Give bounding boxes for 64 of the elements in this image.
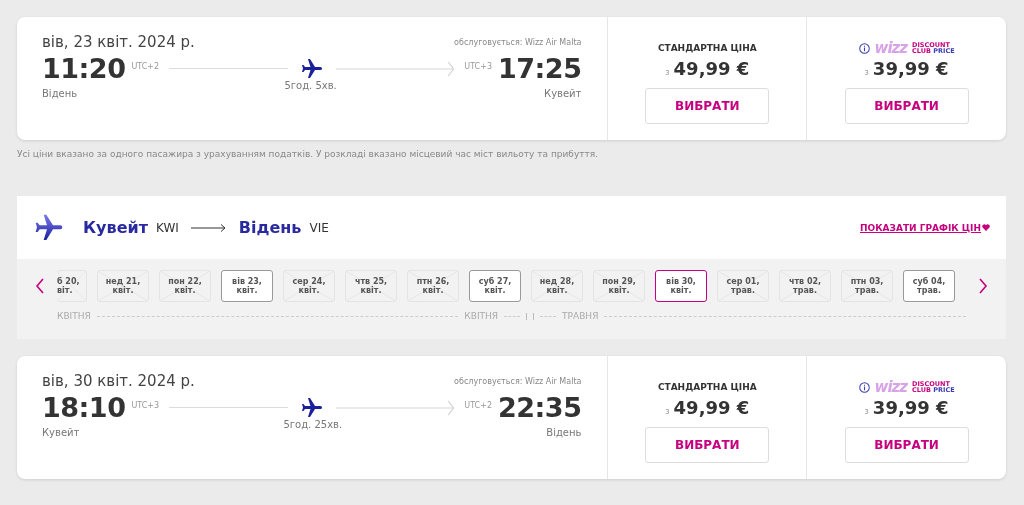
- month-label: ТРАВНЯ: [562, 311, 599, 321]
- arrival-city: Відень: [546, 427, 582, 438]
- from-label: з: [665, 407, 670, 416]
- heart-icon: [982, 224, 990, 231]
- fare-price: 49,99 €: [673, 397, 750, 418]
- destination-city: Відень: [238, 218, 302, 237]
- departure-city: Кувейт: [42, 427, 80, 438]
- date-tile[interactable]: суб 04, трав.: [903, 270, 955, 302]
- arrival-city: Кувейт: [544, 88, 582, 99]
- price-note: Усі ціни вказано за одного пасажира з урахуванням податків. У розкладі вказано місцевий час міст вильоту та прибуття.: [17, 149, 599, 161]
- flight-duration: 5год. 25хв.: [283, 419, 343, 432]
- departure-city: Відень: [42, 88, 78, 99]
- timezone-label: UTC+3: [131, 401, 160, 410]
- flight-duration: 5год. 5хв.: [284, 80, 337, 93]
- from-label: з: [665, 68, 670, 77]
- operator-text: обслуговується: Wizz Air Malta: [454, 376, 582, 386]
- airplane-icon: [299, 395, 324, 420]
- date-tile[interactable]: вів 30, квіт.: [655, 270, 707, 302]
- departure-time: 11:20: [42, 53, 126, 84]
- arrival-time: 22:35: [498, 392, 582, 423]
- departure-time: 18:10: [42, 392, 126, 423]
- timezone-label: UTC+2: [131, 62, 160, 71]
- club-logo: wizz: [874, 39, 908, 57]
- operator-text: обслуговується: Wizz Air Malta: [454, 37, 582, 47]
- date-tile[interactable]: пон 29, квіт.: [593, 270, 645, 302]
- date-tile[interactable]: нед 21, квіт.: [97, 270, 149, 302]
- select-button[interactable]: ВИБРАТИ: [645, 88, 770, 124]
- month-label: КВІТНЯ: [57, 311, 91, 321]
- date-tile[interactable]: птн 03, трав.: [841, 270, 893, 302]
- select-button[interactable]: ВИБРАТИ: [844, 427, 969, 463]
- date-tile[interactable]: суб 27, квіт.: [469, 270, 521, 302]
- info-icon[interactable]: [858, 42, 870, 54]
- flight-date: вів, 23 квіт. 2024 р.: [42, 33, 195, 51]
- date-tile[interactable]: сер 24, квіт.: [283, 270, 335, 302]
- airport-code: KWI: [155, 220, 179, 235]
- timezone-label: UTC+3: [464, 62, 492, 71]
- fare-price: 39,99 €: [872, 58, 949, 79]
- date-tile[interactable]: б 20, віт.: [57, 270, 87, 302]
- select-button[interactable]: ВИБРАТИ: [844, 88, 969, 124]
- airplane-icon: [299, 56, 324, 81]
- fare-price: 49,99 €: [673, 58, 750, 79]
- fare-price: 39,99 €: [872, 397, 949, 418]
- flight-date: вів, 30 квіт. 2024 р.: [42, 372, 195, 390]
- date-tile[interactable]: пон 22, квіт.: [159, 270, 211, 302]
- arrival-time: 17:25: [498, 53, 582, 84]
- month-label: КВІТНЯ: [464, 311, 499, 321]
- info-icon[interactable]: [858, 381, 870, 393]
- timezone-label: UTC+2: [464, 401, 492, 410]
- airport-code: VIE: [309, 220, 329, 235]
- fare-title: СТАНДАРТНА ЦІНА: [657, 382, 757, 392]
- origin-city: Кувейт: [83, 218, 148, 237]
- from-label: з: [864, 68, 869, 77]
- club-logo: wizz: [874, 378, 908, 396]
- fare-title: СТАНДАРТНА ЦІНА: [657, 43, 757, 53]
- date-tile[interactable]: нед 28, квіт.: [531, 270, 583, 302]
- from-label: з: [864, 407, 869, 416]
- date-tile[interactable]: чтв 02, трав.: [779, 270, 831, 302]
- select-button[interactable]: ВИБРАТИ: [645, 427, 770, 463]
- price-chart-link[interactable]: ПОКАЗАТИ ГРАФІК ЦІН: [860, 222, 990, 233]
- date-tile[interactable]: птн 26, квіт.: [407, 270, 459, 302]
- arrow-icon: [190, 222, 227, 233]
- date-tile[interactable]: вів 23, квіт.: [221, 270, 273, 302]
- date-tile[interactable]: чтв 25, квіт.: [345, 270, 397, 302]
- date-tile[interactable]: сер 01, трав.: [717, 270, 769, 302]
